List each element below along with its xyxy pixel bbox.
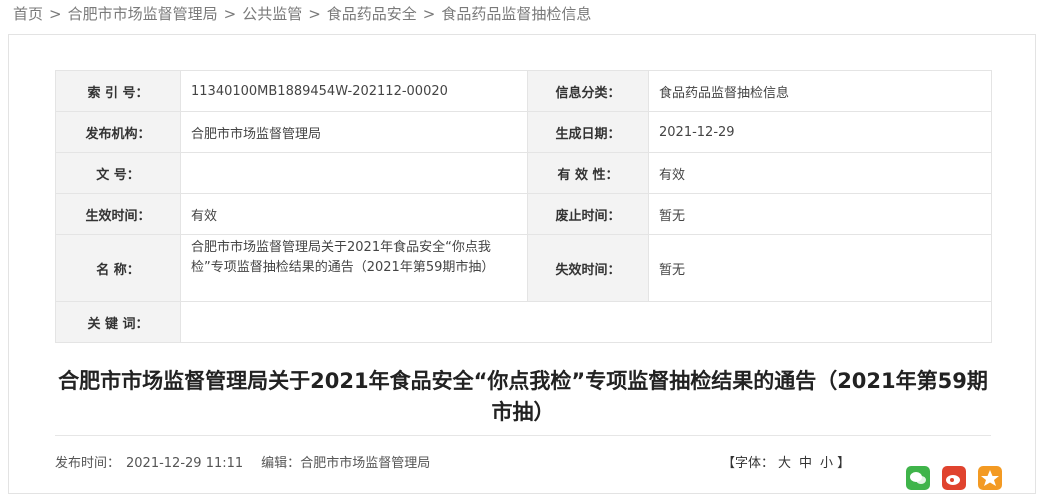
name-label: 名 称： <box>55 234 181 302</box>
publish-time-label: 发布时间： <box>55 456 121 471</box>
publisher-label: 发布机构： <box>55 111 181 153</box>
repeal-time-label: 废止时间： <box>527 193 649 235</box>
name-value-text: 合肥市市场监督管理局关于2021年食品安全“你点我检”专项监督抽检结果的通告（2… <box>191 240 495 275</box>
editor-value: 合肥市市场监督管理局 <box>300 456 431 471</box>
table-row: 名 称： 合肥市市场监督管理局关于2021年食品安全“你点我检”专项监督抽检结果… <box>55 234 992 302</box>
repeal-time-value: 暂无 <box>648 193 992 235</box>
weibo-icon[interactable] <box>942 466 966 490</box>
validity-value: 有效 <box>648 152 992 194</box>
font-size-switcher: 【字体：大中小】 <box>722 452 850 471</box>
qzone-icon[interactable] <box>978 466 1002 490</box>
expire-time-label: 失效时间： <box>527 234 649 302</box>
breadcrumb-food-drug-safety[interactable]: 食品药品安全 <box>327 5 417 23</box>
font-size-medium-button[interactable]: 中 <box>799 456 812 471</box>
breadcrumb-home[interactable]: 首页 <box>13 5 43 23</box>
publish-info: 发布时间： 2021-12-29 11:11 编辑：合肥市市场监督管理局 <box>55 452 436 471</box>
font-size-small-button[interactable]: 小 <box>820 456 833 471</box>
divider <box>55 435 991 436</box>
expire-time-value: 暂无 <box>648 234 992 302</box>
table-row: 索 引 号： 11340100MB1889454W-202112-00020 信… <box>55 70 992 112</box>
breadcrumb-separator: > <box>308 5 321 23</box>
breadcrumb-public-supervision[interactable]: 公共监管 <box>242 5 302 23</box>
index-number-value: 11340100MB1889454W-202112-00020 <box>180 70 528 112</box>
breadcrumb-separator: > <box>422 5 436 23</box>
category-value: 食品药品监督抽检信息 <box>648 70 992 112</box>
article-title: 合肥市市场监督管理局关于2021年食品安全“你点我检”专项监督抽检结果的通告（2… <box>58 369 988 424</box>
document-number-value <box>180 152 528 194</box>
breadcrumb-separator: > <box>223 5 237 23</box>
table-row: 文 号： 有 效 性： 有效 <box>55 152 992 194</box>
effective-time-value: 有效 <box>180 193 528 235</box>
keywords-label: 关 键 词： <box>55 301 181 343</box>
font-size-label: 【字体： <box>722 456 775 471</box>
index-number-label: 索 引 号： <box>55 70 181 112</box>
created-date-value: 2021-12-29 <box>648 111 992 153</box>
metadata-table: 索 引 号： 11340100MB1889454W-202112-00020 信… <box>55 70 992 343</box>
font-size-large-button[interactable]: 大 <box>778 456 791 471</box>
table-row: 生效时间： 有效 废止时间： 暂无 <box>55 193 992 235</box>
breadcrumb-bureau[interactable]: 合肥市市场监督管理局 <box>68 5 218 23</box>
validity-label: 有 效 性： <box>527 152 649 194</box>
category-label: 信息分类： <box>527 70 649 112</box>
wechat-icon[interactable] <box>906 466 930 490</box>
breadcrumb-sampling-info[interactable]: 食品药品监督抽检信息 <box>441 5 591 23</box>
table-row: 发布机构： 合肥市市场监督管理局 生成日期： 2021-12-29 <box>55 111 992 153</box>
created-date-label: 生成日期： <box>527 111 649 153</box>
keywords-value <box>180 301 992 343</box>
breadcrumb-separator: > <box>49 5 62 23</box>
breadcrumb: 首页 > 合肥市市场监督管理局 > 公共监管 > 食品药品安全 > 食品药品监督抽检信息 <box>13 4 591 24</box>
publisher-value: 合肥市市场监督管理局 <box>180 111 528 153</box>
table-row: 关 键 词： <box>55 301 992 343</box>
font-size-end: 】 <box>837 456 851 471</box>
document-number-label: 文 号： <box>55 152 181 194</box>
publish-time-value: 2021-12-29 11:11 <box>126 456 244 471</box>
effective-time-label: 生效时间： <box>55 193 181 235</box>
name-value: 合肥市市场监督管理局关于2021年食品安全“你点我检”专项监督抽检结果的通告（2… <box>180 234 528 302</box>
editor-label: 编辑： <box>261 456 301 471</box>
